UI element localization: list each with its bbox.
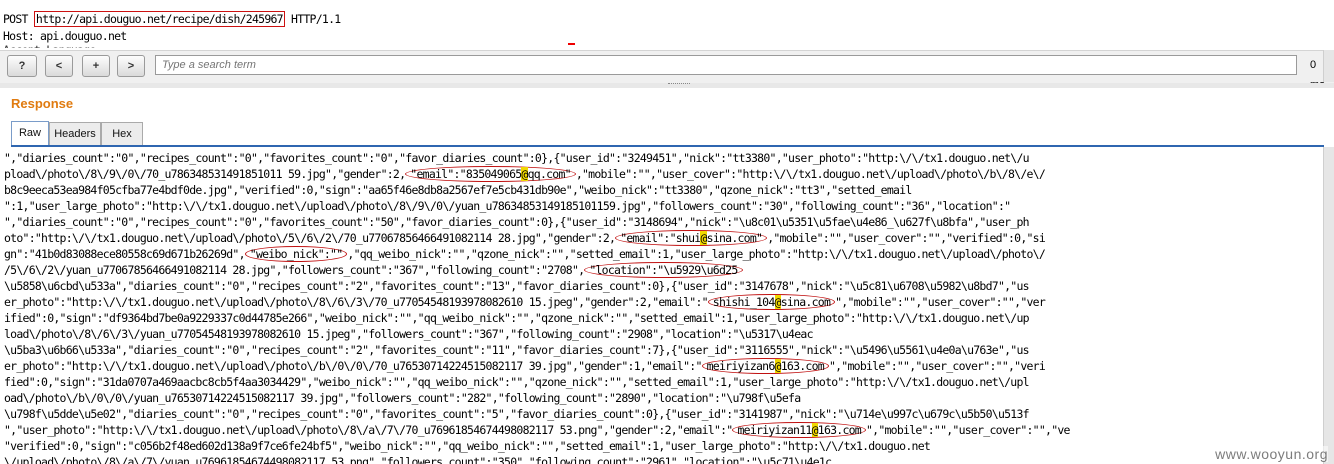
highlighted-field: "location":"\u5929\u6d25 bbox=[584, 262, 743, 278]
at-sign-highlight: @ bbox=[774, 359, 782, 373]
response-text: /5\/6\/2\/yuan_u77067856466491082114 28.… bbox=[4, 263, 585, 277]
help-button[interactable]: ? bbox=[7, 55, 37, 77]
response-text: ","mobile":"","user_cover":"","ve bbox=[865, 423, 1070, 437]
partial-header-line: Accept-Language bbox=[3, 42, 96, 48]
response-text: gn":"41b0d83088ece80558c69d671b26269d", bbox=[4, 247, 246, 261]
at-sign-highlight: @ bbox=[811, 423, 819, 437]
response-line: ","diaries_count":"0","recipes_count":"0… bbox=[4, 150, 1326, 166]
search-bar: ? < + > 0 ma bbox=[0, 50, 1334, 91]
response-line: \u798f\u5dde\u5e02","diaries_count":"0",… bbox=[4, 406, 1326, 422]
tab-raw[interactable]: Raw bbox=[11, 121, 49, 146]
response-text: oto":"http:\/\/tx1.douguo.net\/upload\/p… bbox=[4, 231, 616, 245]
highlighted-field: "email":"shui@sina.com" bbox=[615, 230, 768, 246]
at-sign-highlight: @ bbox=[774, 295, 782, 309]
response-text: \u5ba3\u6b66\u533a","diaries_count":"0",… bbox=[4, 343, 1030, 357]
response-text: "verified":0,"sign":"c056b2f48ed602d138a… bbox=[4, 439, 931, 453]
response-line: gn":"41b0d83088ece80558c69d671b26269d", "… bbox=[4, 246, 1326, 262]
response-text: \u798f\u5dde\u5e02","diaries_count":"0",… bbox=[4, 407, 1030, 421]
response-text: er_photo":"http:\/\/tx1.douguo.net\/uplo… bbox=[4, 359, 702, 373]
response-line: ified":0,"sign":"df9364bd7be0a9229337c0d… bbox=[4, 310, 1326, 326]
response-scrollbar[interactable] bbox=[1323, 147, 1334, 464]
response-text: er_photo":"http:\/\/tx1.douguo.net\/uplo… bbox=[4, 295, 709, 309]
tabs-underline bbox=[11, 145, 1324, 147]
response-text: b8c9eeca53ea984f05cfba77e4bdf0de.jpg","v… bbox=[4, 183, 912, 197]
splitter-grip[interactable] bbox=[668, 83, 690, 88]
response-line: ","diaries_count":"0","recipes_count":"0… bbox=[4, 214, 1326, 230]
at-sign-highlight: @ bbox=[700, 231, 707, 245]
response-text: fied":0,"sign":"31da0707a469aacbc8cb5f4a… bbox=[4, 375, 1030, 389]
response-text: ","mobile":"","user_cover":"","ver bbox=[835, 295, 1046, 309]
add-button[interactable]: + bbox=[82, 55, 110, 77]
response-line: b8c9eeca53ea984f05cfba77e4bdf0de.jpg","v… bbox=[4, 182, 1326, 198]
request-scrollbar[interactable] bbox=[1323, 50, 1334, 82]
tab-hex[interactable]: Hex bbox=[101, 122, 143, 145]
response-text: ","diaries_count":"0","recipes_count":"0… bbox=[4, 151, 1030, 165]
response-line: er_photo":"http:\/\/tx1.douguo.net\/uplo… bbox=[4, 358, 1326, 374]
request-method: POST bbox=[3, 12, 28, 26]
request-url[interactable]: http://api.douguo.net/recipe/dish/245967 bbox=[33, 11, 285, 27]
previous-match-button[interactable]: < bbox=[45, 55, 73, 77]
highlighted-field: shishi_104@sina.com bbox=[707, 294, 836, 310]
response-line: ":1,"user_large_photo":"http:\/\/tx1.dou… bbox=[4, 198, 1326, 214]
highlighted-field: "weibo_nick":"" bbox=[244, 246, 348, 262]
response-text: ","user_photo":"http:\/\/tx1.douguo.net\… bbox=[4, 423, 733, 437]
response-line: er_photo":"http:\/\/tx1.douguo.net\/uplo… bbox=[4, 294, 1326, 310]
response-body[interactable]: ","diaries_count":"0","recipes_count":"0… bbox=[4, 150, 1326, 464]
response-line: ","user_photo":"http:\/\/tx1.douguo.net\… bbox=[4, 422, 1326, 438]
response-text: load\/photo\/8\/6\/3\/yuan_u770545481939… bbox=[4, 327, 813, 341]
search-input[interactable] bbox=[155, 55, 1297, 75]
highlighted-field: meiriyizan6@163.com bbox=[701, 358, 829, 374]
pane-splitter[interactable] bbox=[0, 83, 1334, 88]
watermark: www.wooyun.org bbox=[1215, 446, 1328, 462]
response-line: fied":0,"sign":"31da0707a469aacbc8cb5f4a… bbox=[4, 374, 1326, 390]
response-text: pload\/photo\/8\/9\/0\/70_u7863485314918… bbox=[4, 167, 406, 181]
response-line: load\/photo\/8\/6\/3\/yuan_u770545481939… bbox=[4, 326, 1326, 342]
response-text: ":1,"user_large_photo":"http:\/\/tx1.dou… bbox=[4, 199, 1011, 213]
request-protocol: HTTP/1.1 bbox=[291, 12, 341, 26]
next-match-button[interactable]: > bbox=[117, 55, 145, 77]
response-text: ","diaries_count":"0","recipes_count":"0… bbox=[4, 215, 1030, 229]
response-text: ,"qq_weibo_nick":"","qzone_nick":"","set… bbox=[347, 247, 1046, 261]
response-line: \/upload\/photo\/8\/a\/7\/yuan_u76961854… bbox=[4, 454, 1326, 464]
response-line: oto":"http:\/\/tx1.douguo.net\/upload\/p… bbox=[4, 230, 1326, 246]
at-sign-highlight: @ bbox=[521, 167, 528, 181]
response-text: oad\/photo\/b\/0\/0\/yuan_u7653071422451… bbox=[4, 391, 801, 405]
response-line: \u5ba3\u6b66\u533a","diaries_count":"0",… bbox=[4, 342, 1326, 358]
response-line: \u5858\u6cbd\u533a","diaries_count":"0",… bbox=[4, 278, 1326, 294]
request-line: POST http://api.douguo.net/recipe/dish/2… bbox=[3, 11, 341, 27]
highlighted-field: meiriyizan11@163.com bbox=[732, 422, 866, 438]
response-text: ","mobile":"","user_cover":"","veri bbox=[828, 359, 1046, 373]
response-line: pload\/photo\/8\/9\/0\/70_u7863485314918… bbox=[4, 166, 1326, 182]
response-line: /5\/6\/2\/yuan_u77067856466491082114 28.… bbox=[4, 262, 1326, 278]
response-title: Response bbox=[11, 96, 74, 111]
red-marker bbox=[568, 43, 575, 45]
tab-headers[interactable]: Headers bbox=[49, 122, 101, 145]
response-line: oad\/photo\/b\/0\/0\/yuan_u7653071422451… bbox=[4, 390, 1326, 406]
response-text: ified":0,"sign":"df9364bd7be0a9229337c0d… bbox=[4, 311, 1030, 325]
highlighted-field: "email":"835049065@qq.com" bbox=[405, 166, 576, 182]
response-text: ,"mobile":"","user_cover":"http:\/\/tx1.… bbox=[575, 167, 1046, 181]
response-line: "verified":0,"sign":"c056b2f48ed602d138a… bbox=[4, 438, 1326, 454]
response-text: \u5858\u6cbd\u533a","diaries_count":"0",… bbox=[4, 279, 1030, 293]
response-text: \/upload\/photo\/8\/a\/7\/yuan_u76961854… bbox=[4, 455, 832, 464]
response-text: ,"mobile":"","user_cover":"","verified":… bbox=[767, 231, 1046, 245]
